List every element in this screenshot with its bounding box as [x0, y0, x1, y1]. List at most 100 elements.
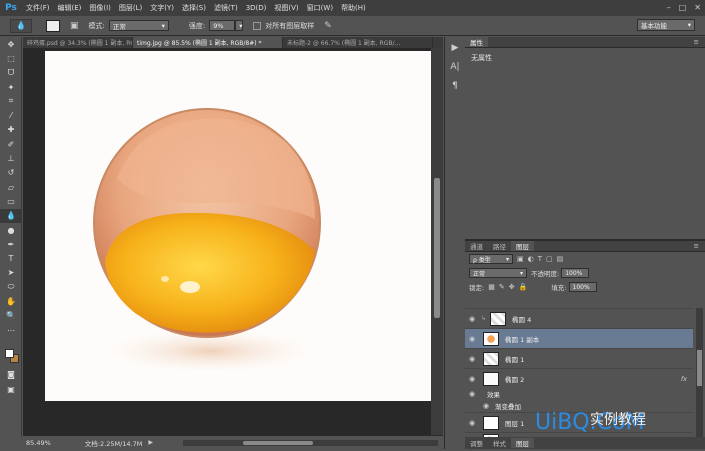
menu-3d[interactable]: 3D(D): [242, 4, 271, 12]
visibility-eye-icon[interactable]: ◉: [479, 402, 493, 410]
document-canvas[interactable]: [45, 51, 432, 401]
history-brush-icon[interactable]: ↺: [0, 166, 22, 180]
quick-mask-icon[interactable]: ◙: [0, 367, 22, 381]
fx-icon[interactable]: fx: [681, 375, 687, 383]
tab-paths[interactable]: 路径: [488, 241, 511, 251]
menu-select[interactable]: 选择(S): [178, 3, 210, 13]
lock-all-icon[interactable]: 🔒: [519, 283, 528, 291]
panel-menu-icon[interactable]: ≡: [694, 38, 699, 46]
type-filter-icon[interactable]: T: [538, 255, 542, 263]
play-icon[interactable]: ▶: [446, 40, 464, 56]
menu-type[interactable]: 文字(Y): [146, 3, 178, 13]
blend-mode-select[interactable]: 正常 ▾: [469, 268, 527, 278]
smart-filter-icon[interactable]: ▤: [557, 255, 564, 263]
horizontal-scroll-thumb[interactable]: [243, 441, 313, 445]
zoom-tool-icon[interactable]: 🔍: [0, 309, 22, 323]
brush-panel-icon[interactable]: ▣: [70, 21, 79, 31]
mode-select[interactable]: 正常 ▾: [108, 20, 169, 31]
character-icon[interactable]: A|: [446, 59, 464, 75]
tab-document-3[interactable]: 未标题-2 @ 66.7% (椭圆 1 副本, RGB/...: [283, 37, 433, 48]
workspace-select[interactable]: 基本功能 ▾: [637, 19, 695, 31]
lock-pixels-icon[interactable]: ▦: [488, 283, 495, 291]
brush-tool-icon[interactable]: ✐: [0, 137, 22, 151]
layer-filter-select[interactable]: ρ 类型 ▾: [469, 254, 513, 264]
sample-all-checkbox[interactable]: [253, 21, 262, 30]
strength-input[interactable]: 9%: [209, 20, 236, 31]
shape-tool-icon[interactable]: ⬭: [0, 280, 22, 294]
hand-tool-icon[interactable]: ✋: [0, 294, 22, 308]
tab-styles[interactable]: 样式: [488, 438, 511, 448]
visibility-eye-icon[interactable]: ◉: [465, 390, 479, 398]
panel-menu-icon[interactable]: ≡: [694, 242, 699, 250]
minimize-icon[interactable]: –: [667, 3, 671, 12]
tool-preset-picker[interactable]: 💧: [10, 18, 32, 33]
menu-edit[interactable]: 编辑(E): [54, 3, 86, 13]
gradient-tool-icon[interactable]: ▭: [0, 194, 22, 208]
crop-tool-icon[interactable]: ⌗: [0, 94, 22, 108]
menu-view[interactable]: 视图(V): [270, 3, 302, 13]
chevron-down-icon: ▾: [239, 21, 243, 30]
menu-layer[interactable]: 图层(L): [115, 3, 146, 13]
horizontal-scrollbar[interactable]: [183, 440, 438, 446]
dodge-tool-icon[interactable]: ●: [0, 223, 22, 237]
pixel-filter-icon[interactable]: ▣: [517, 255, 524, 263]
menu-file[interactable]: 文件(F): [22, 3, 54, 13]
stamp-tool-icon[interactable]: ⊥: [0, 151, 22, 165]
foreground-color-swatch[interactable]: [5, 349, 14, 358]
lasso-tool-icon[interactable]: ᗜ: [0, 66, 22, 80]
canvas-area[interactable]: [23, 48, 432, 435]
zoom-level[interactable]: 85.49%: [26, 439, 51, 447]
quick-select-tool-icon[interactable]: ✦: [0, 80, 22, 94]
move-tool-icon[interactable]: ✥: [0, 37, 22, 51]
visibility-eye-icon[interactable]: ◉: [465, 315, 479, 323]
lock-paint-icon[interactable]: ✎: [499, 283, 505, 291]
tab-properties[interactable]: 属性: [465, 37, 488, 47]
opacity-input[interactable]: 100%: [561, 268, 590, 278]
screen-mode-icon[interactable]: ▣: [0, 382, 22, 396]
tab-document-2[interactable]: timg.jpg @ 85.5% (椭圆 1 副本, RGB/8#) *: [133, 37, 283, 48]
vertical-scroll-thumb[interactable]: [434, 178, 440, 318]
path-select-tool-icon[interactable]: ➤: [0, 266, 22, 280]
layer-row[interactable]: ◉ 椭圆 1 副本: [465, 328, 693, 348]
visibility-eye-icon[interactable]: ◉: [465, 335, 479, 343]
pen-tool-icon[interactable]: ✒: [0, 237, 22, 251]
layers-scrollbar[interactable]: [696, 308, 703, 444]
shape-filter-icon[interactable]: ▢: [546, 255, 553, 263]
effects-row[interactable]: ◉ 效果: [465, 388, 693, 400]
options-bar: 💧 ▣ 模式: 正常 ▾ 强度: 9% ▾ 对所有图层取样 ✎ 基本功能 ▾: [0, 16, 705, 36]
menu-window[interactable]: 窗口(W): [303, 3, 337, 13]
brush-preset-picker[interactable]: [46, 19, 60, 32]
pressure-icon[interactable]: ✎: [324, 21, 332, 31]
layer-row[interactable]: ◉ 椭圆 2 fx: [465, 368, 693, 388]
visibility-eye-icon[interactable]: ◉: [465, 419, 479, 427]
paragraph-icon[interactable]: ¶: [446, 78, 464, 94]
menu-filter[interactable]: 滤镜(T): [210, 3, 242, 13]
marquee-tool-icon[interactable]: ⬚: [0, 51, 22, 65]
tab-document-1[interactable]: 碎鸡蛋.psd @ 34.3% (椭圆 1 副本, RG...: [23, 37, 133, 48]
eyedropper-tool-icon[interactable]: ⁄: [0, 108, 22, 122]
layer-row[interactable]: ◉ ↳ 椭圆 4: [465, 308, 693, 328]
layer-row[interactable]: ◉ 椭圆 1: [465, 348, 693, 368]
healing-tool-icon[interactable]: ✚: [0, 123, 22, 137]
maximize-icon[interactable]: □: [679, 3, 687, 12]
tab-channels[interactable]: 通道: [465, 241, 488, 251]
tab-layers[interactable]: 图层: [511, 241, 534, 251]
blur-tool-icon[interactable]: 💧: [0, 208, 22, 223]
tab-adjustments[interactable]: 调整: [465, 438, 488, 448]
fill-input[interactable]: 100%: [568, 282, 597, 292]
close-icon[interactable]: ✕: [694, 3, 701, 12]
vertical-scrollbar[interactable]: [431, 48, 443, 435]
status-arrow-icon[interactable]: ▶: [148, 439, 153, 446]
tab-layers-footer[interactable]: 图层: [511, 438, 534, 448]
menu-help[interactable]: 帮助(H): [337, 3, 370, 13]
layers-scroll-thumb[interactable]: [697, 350, 702, 386]
type-tool-icon[interactable]: T: [0, 251, 22, 265]
lock-move-icon[interactable]: ✥: [509, 283, 515, 291]
more-tools-icon[interactable]: ⋯: [0, 323, 22, 337]
visibility-eye-icon[interactable]: ◉: [465, 355, 479, 363]
adjust-filter-icon[interactable]: ◐: [528, 255, 534, 263]
strength-dropdown[interactable]: ▾: [235, 20, 244, 31]
menu-image[interactable]: 图像(I): [85, 3, 115, 13]
eraser-tool-icon[interactable]: ▱: [0, 180, 22, 194]
visibility-eye-icon[interactable]: ◉: [465, 375, 479, 383]
